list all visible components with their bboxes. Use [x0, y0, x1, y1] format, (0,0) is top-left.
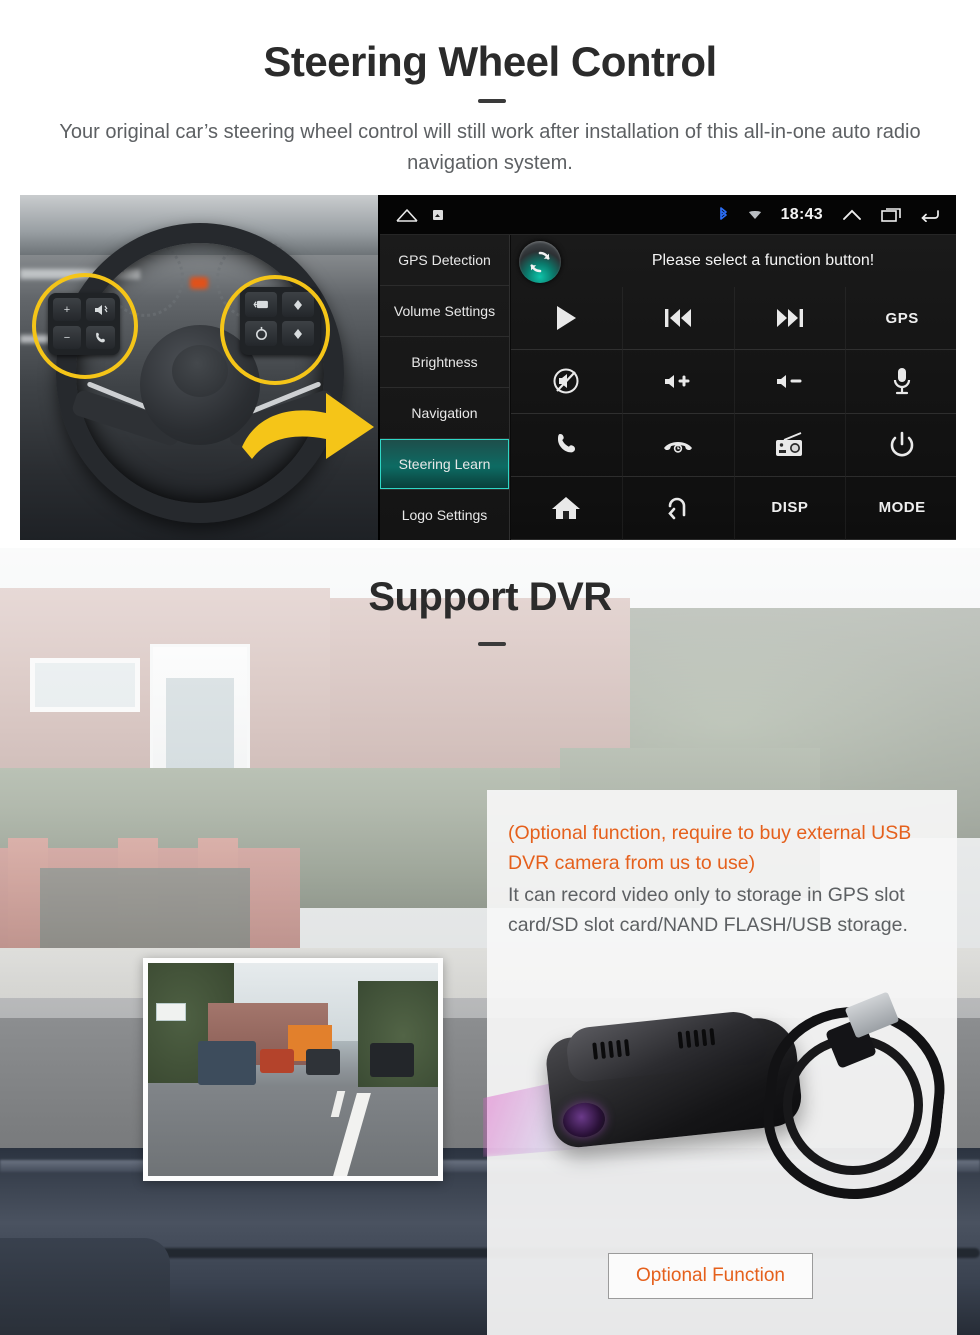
inset-car	[370, 1043, 414, 1077]
sidebar-item-logo-settings[interactable]: Logo Settings	[380, 490, 509, 540]
sidebar-item-label: Navigation	[411, 405, 478, 421]
sync-refresh-icon[interactable]	[519, 241, 561, 283]
next-icon[interactable]	[734, 287, 847, 351]
play-icon[interactable]	[511, 287, 623, 351]
dvr-info-card: (Optional function, require to buy exter…	[483, 790, 957, 1335]
back-icon[interactable]	[920, 208, 940, 222]
sidebar-item-volume-settings[interactable]: Volume Settings	[380, 286, 509, 337]
inset-car	[306, 1049, 340, 1075]
product-feature-page: Steering Wheel Control Your original car…	[0, 0, 980, 1335]
optional-function-note: (Optional function, require to buy exter…	[508, 822, 912, 874]
dashcam-video-inset	[143, 958, 443, 1181]
car-radio-screen: 18:43 GPS Detection Volume Settings Brig…	[378, 195, 956, 540]
yellow-arrow-icon	[242, 393, 374, 459]
highlight-circle-left	[32, 273, 138, 379]
highlight-circle-right	[220, 275, 330, 385]
section-subtitle: Your original car’s steering wheel contr…	[59, 121, 921, 174]
sidebar-item-label: GPS Detection	[398, 252, 491, 268]
disp-button[interactable]: DISP	[734, 476, 847, 540]
sidebar-item-brightness[interactable]: Brightness	[380, 337, 509, 388]
inset-car	[198, 1041, 256, 1085]
sidebar-item-label: Logo Settings	[401, 507, 488, 523]
sidebar-item-label: Brightness	[411, 354, 478, 370]
power-icon[interactable]	[846, 414, 956, 477]
android-status-bar: 18:43	[380, 195, 956, 235]
inset-road-sign	[156, 1003, 186, 1021]
function-panel-header: Please select a function button!	[511, 235, 956, 287]
inset-car	[260, 1049, 294, 1073]
wifi-icon	[748, 209, 762, 220]
bluetooth-icon	[718, 206, 729, 223]
optional-function-button[interactable]: Optional Function	[608, 1253, 813, 1299]
microphone-icon[interactable]	[846, 350, 956, 414]
function-button-panel: Please select a function button! GPS DIS…	[511, 235, 956, 540]
back-arrow-icon[interactable]	[622, 476, 735, 540]
function-hint-text: Please select a function button!	[651, 252, 875, 269]
usb-dvr-camera-photo	[483, 991, 947, 1225]
app-icon[interactable]	[432, 209, 444, 221]
inset-road	[148, 1087, 438, 1176]
status-bar-clock: 18:43	[780, 205, 823, 223]
function-grid[interactable]: GPS DISP MODE	[511, 287, 956, 540]
previous-icon[interactable]	[622, 287, 735, 351]
settings-sidebar[interactable]: GPS Detection Volume Settings Brightness…	[380, 235, 510, 540]
dashboard-vent-panel	[0, 1238, 170, 1335]
support-dvr-section: Support DVR (Optional function, require …	[0, 548, 980, 1335]
chevron-up-icon[interactable]	[842, 208, 862, 222]
gps-button[interactable]: GPS	[846, 287, 956, 351]
sidebar-item-steering-learn[interactable]: Steering Learn	[380, 439, 509, 490]
home-icon[interactable]	[396, 208, 418, 222]
steering-wheel-control-section: Steering Wheel Control Your original car…	[0, 0, 980, 548]
sidebar-item-gps-detection[interactable]: GPS Detection	[380, 235, 509, 286]
page-title: Steering Wheel Control	[263, 38, 717, 85]
sidebar-item-label: Volume Settings	[393, 303, 496, 319]
volume-up-icon[interactable]	[622, 350, 735, 414]
radio-icon[interactable]	[734, 413, 847, 477]
dvr-title-divider	[478, 642, 506, 646]
volume-down-icon[interactable]	[734, 350, 847, 414]
sidebar-item-navigation[interactable]: Navigation	[380, 388, 509, 439]
steering-wheel-photo: + −	[20, 195, 378, 540]
dvr-page-title: Support DVR	[368, 575, 612, 619]
mute-icon[interactable]	[511, 350, 623, 414]
steering-media-band: + − 18:43 GPS Detection Volume Settings …	[20, 195, 956, 540]
dvr-description: It can record video only to storage in G…	[508, 884, 908, 936]
phone-hangup-icon[interactable]	[622, 413, 735, 477]
airbag-cover	[172, 345, 228, 397]
recent-apps-icon[interactable]	[881, 207, 901, 222]
sidebar-item-label: Steering Learn	[398, 456, 491, 472]
title-divider	[478, 99, 506, 103]
home-icon[interactable]	[511, 476, 623, 540]
phone-answer-icon[interactable]	[511, 413, 623, 477]
mode-button[interactable]: MODE	[846, 477, 956, 540]
